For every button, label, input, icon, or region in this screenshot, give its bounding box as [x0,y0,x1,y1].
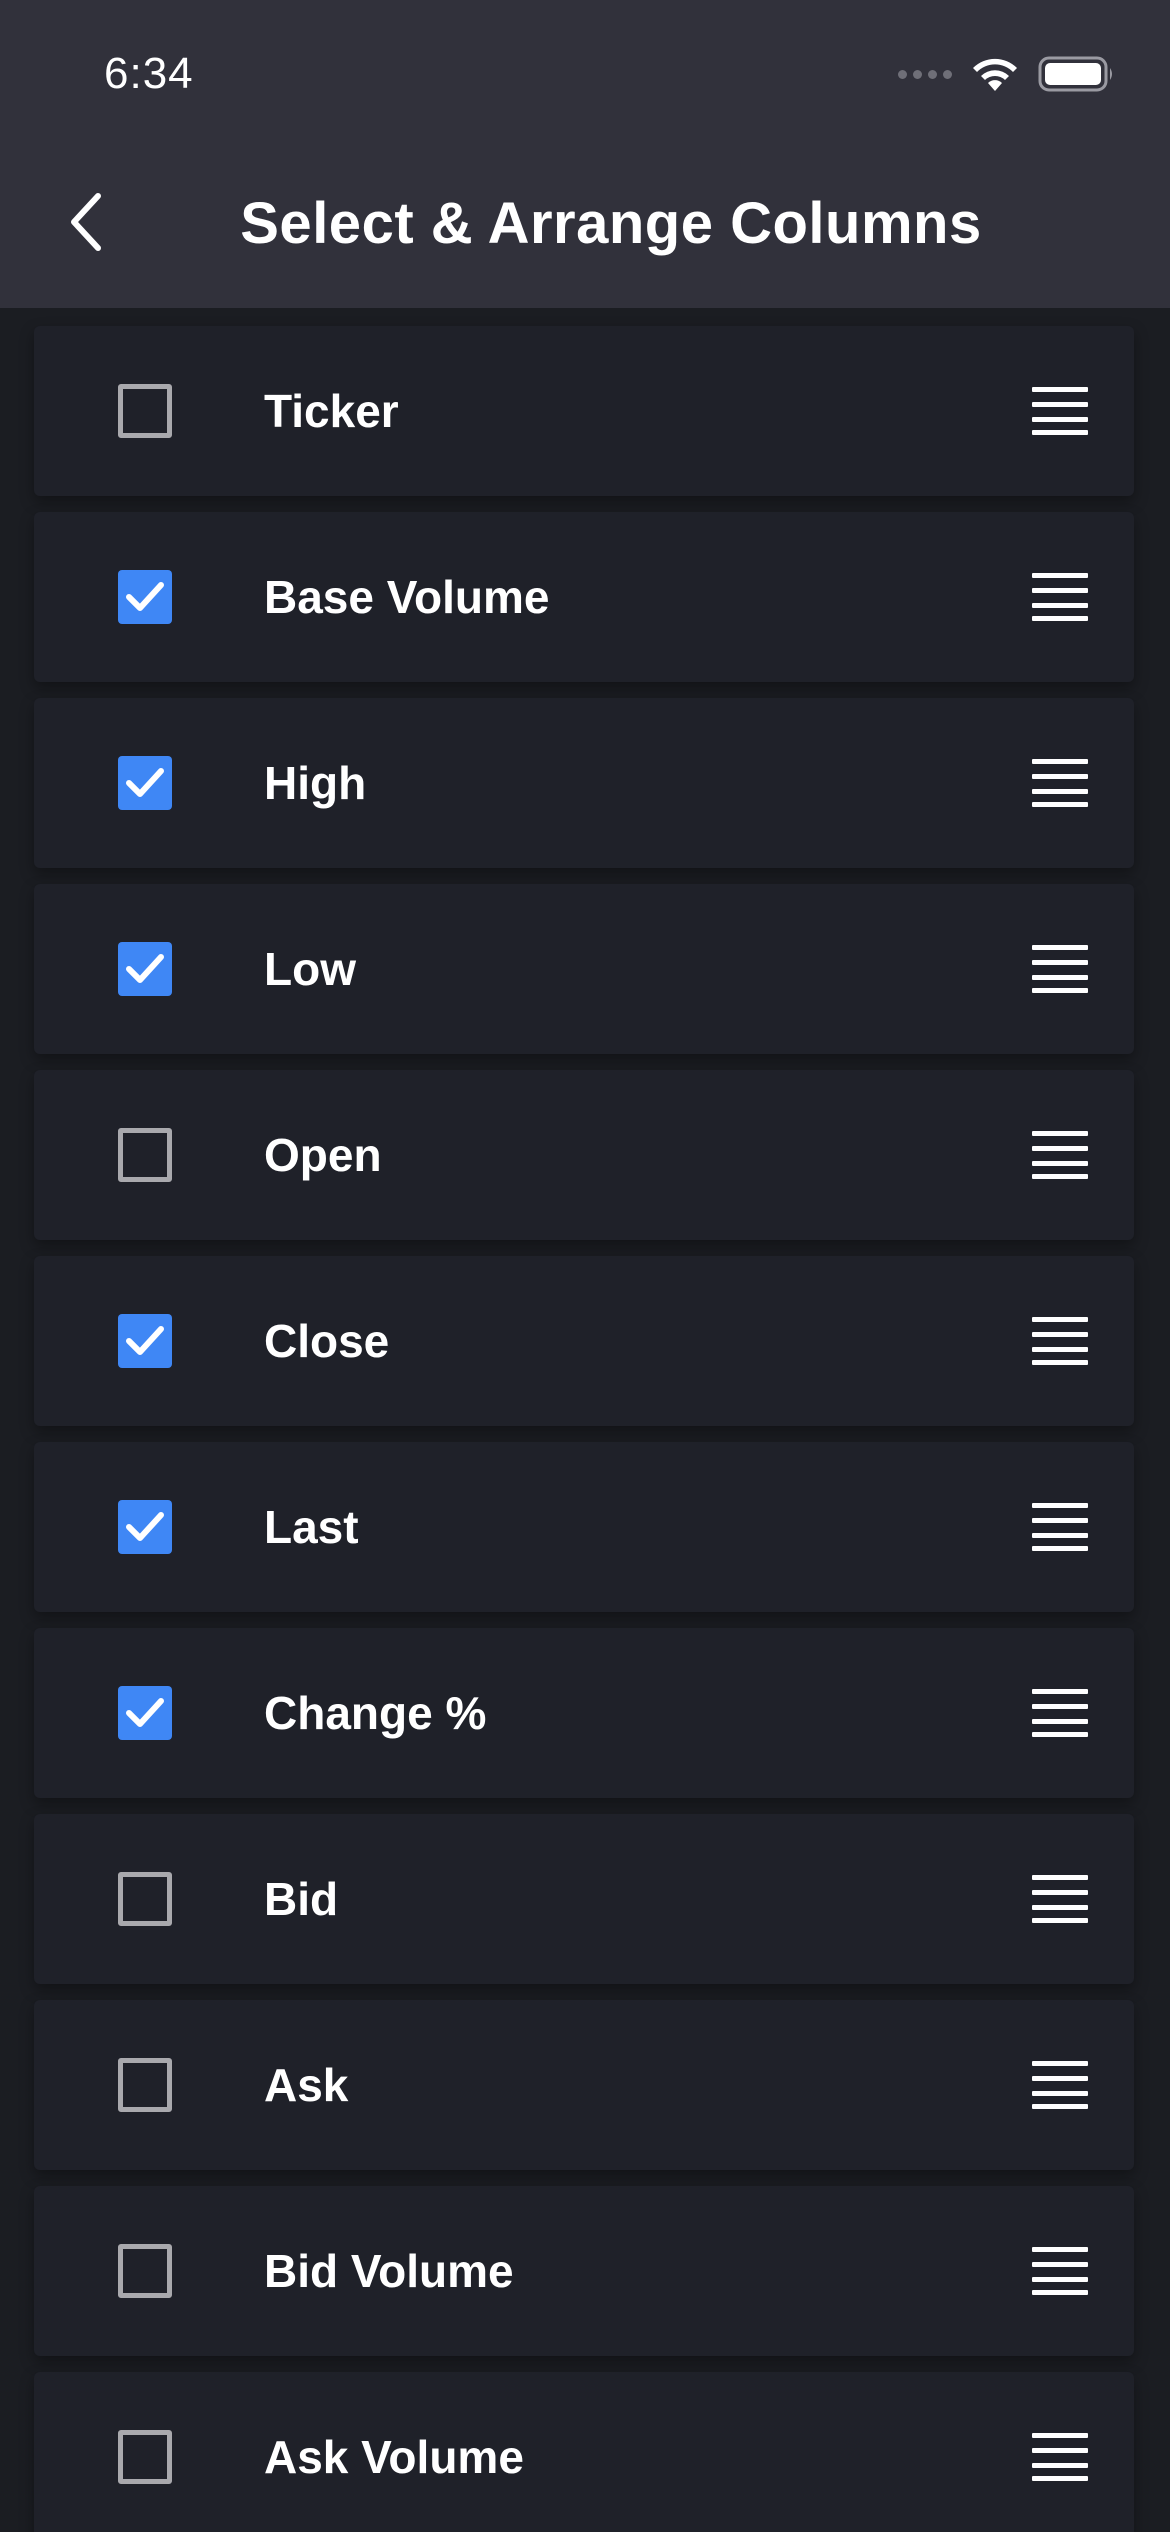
column-row[interactable]: Close [34,1256,1134,1426]
column-row[interactable]: Ask Volume [34,2372,1134,2532]
drag-handle-icon[interactable] [1032,387,1088,435]
column-label: Close [264,1315,390,1367]
column-label: Ask [264,2059,349,2111]
column-row[interactable]: Ask [34,2000,1134,2170]
checkbox-unchecked[interactable] [118,2430,172,2484]
drag-handle-icon[interactable] [1032,945,1088,993]
column-row[interactable]: Bid Volume [34,2186,1134,2356]
signal-icon [898,69,952,79]
checkbox-checked[interactable] [118,1686,172,1740]
checkbox-checked[interactable] [118,942,172,996]
column-row[interactable]: Last [34,1442,1134,1612]
column-row[interactable]: Bid [34,1814,1134,1984]
checkmark-icon [126,954,164,983]
checkmark-icon [126,1512,164,1541]
checkmark-icon [126,1698,164,1727]
column-label: Ask Volume [264,2431,524,2483]
checkbox-unchecked[interactable] [118,2058,172,2112]
drag-handle-icon[interactable] [1032,2433,1088,2481]
status-time: 6:34 [104,49,194,98]
checkbox-checked[interactable] [118,570,172,624]
column-row[interactable]: Open [34,1070,1134,1240]
checkbox-checked[interactable] [118,1314,172,1368]
drag-handle-icon[interactable] [1032,1689,1088,1737]
column-label: Base Volume [264,571,550,623]
page-title: Select & Arrange Columns [240,191,982,256]
chevron-left-icon [71,193,101,251]
columns-list: Ticker Base Volume High Low Open Close Last Cha… [0,308,1170,2532]
drag-handle-icon[interactable] [1032,2247,1088,2295]
column-row[interactable]: High [34,698,1134,868]
checkbox-unchecked[interactable] [118,1128,172,1182]
checkbox-unchecked[interactable] [118,1872,172,1926]
column-row[interactable]: Base Volume [34,512,1134,682]
column-label: Low [264,943,356,995]
checkbox-checked[interactable] [118,756,172,810]
checkbox-checked[interactable] [118,1500,172,1554]
checkmark-icon [126,582,164,611]
drag-handle-icon[interactable] [1032,1131,1088,1179]
column-row[interactable]: Ticker [34,326,1134,496]
checkmark-icon [126,1326,164,1355]
drag-handle-icon[interactable] [1032,759,1088,807]
checkbox-unchecked[interactable] [118,384,172,438]
drag-handle-icon[interactable] [1032,1317,1088,1365]
drag-handle-icon[interactable] [1032,2061,1088,2109]
checkmark-icon [126,768,164,797]
drag-handle-icon[interactable] [1032,1875,1088,1923]
column-label: Bid [264,1873,339,1925]
battery-icon [1038,56,1112,92]
wifi-icon [973,58,1017,91]
column-label: Bid Volume [264,2245,514,2297]
column-row[interactable]: Change % [34,1628,1134,1798]
column-label: Open [264,1129,382,1181]
column-label: Change % [264,1687,487,1739]
column-row[interactable]: Low [34,884,1134,1054]
checkbox-unchecked[interactable] [118,2244,172,2298]
drag-handle-icon[interactable] [1032,573,1088,621]
column-label: High [264,757,367,809]
status-icons [898,52,1116,96]
column-label: Last [264,1501,359,1553]
nav-header: 6:34 Select & Arrange Columns [0,0,1170,308]
drag-handle-icon[interactable] [1032,1503,1088,1551]
column-label: Ticker [264,385,399,437]
back-button[interactable] [56,186,116,258]
